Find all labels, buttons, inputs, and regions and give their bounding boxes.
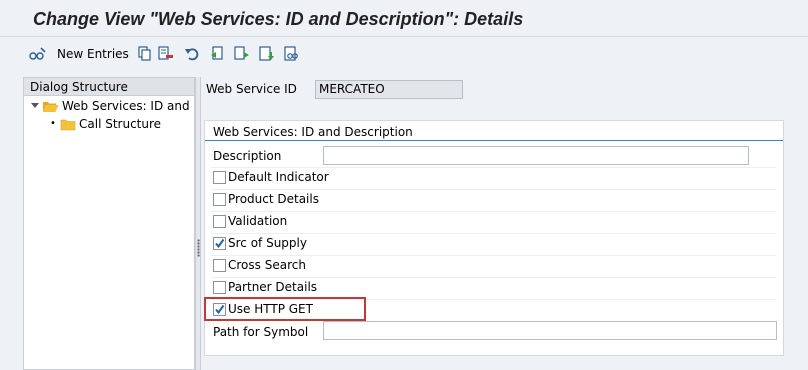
partner-details-checkbox[interactable] (213, 281, 226, 294)
next-entry-icon[interactable] (234, 46, 250, 62)
glasses-edit-icon[interactable] (29, 46, 47, 62)
tree-item-label: Call Structure (79, 117, 162, 131)
tree-item-call-structure[interactable]: • Call Structure (48, 115, 194, 136)
new-entries-button[interactable]: New Entries (57, 47, 129, 61)
description-label: Description (213, 149, 282, 163)
tree-item-label: Web Services: ID and Description (62, 99, 194, 113)
description-input[interactable] (323, 146, 749, 165)
checkbox-label: Product Details (228, 192, 319, 206)
checkbox-row-validation[interactable]: Validation (213, 213, 373, 231)
web-service-id-field: MERCATEO (315, 80, 463, 99)
dialog-structure-panel: Dialog Structure Web Services: ID and De… (23, 77, 195, 370)
checkbox-row-src-of-supply[interactable]: Src of Supply (213, 235, 373, 253)
checkbox-label: Validation (228, 214, 288, 228)
tree-bullet-icon: • (50, 118, 56, 129)
validation-checkbox[interactable] (213, 215, 226, 228)
row-divider (211, 189, 776, 190)
group-title: Web Services: ID and Description (213, 125, 413, 139)
delete-icon[interactable] (158, 46, 174, 62)
page-title: Change View "Web Services: ID and Descri… (33, 9, 524, 29)
group-title-underline (205, 140, 783, 141)
row-divider (211, 167, 776, 168)
row-divider (211, 277, 776, 278)
product-details-checkbox[interactable] (213, 193, 226, 206)
copy-icon[interactable] (138, 46, 152, 62)
tree-item-web-services[interactable]: Web Services: ID and Description (30, 97, 194, 115)
find-icon[interactable] (284, 46, 300, 62)
row-divider (211, 255, 776, 256)
previous-entry-icon[interactable] (210, 46, 226, 62)
undo-icon[interactable] (184, 46, 200, 62)
dialog-structure-header: Dialog Structure (24, 78, 194, 96)
row-divider (211, 211, 776, 212)
application-toolbar: New Entries (0, 37, 808, 69)
cross-search-checkbox[interactable] (213, 259, 226, 272)
title-bar: Change View "Web Services: ID and Descri… (0, 0, 808, 36)
panel-splitter[interactable] (195, 77, 201, 370)
splitter-grip-icon[interactable] (197, 239, 200, 257)
checkbox-label: Src of Supply (228, 236, 307, 250)
checkbox-label: Partner Details (228, 280, 318, 294)
checkbox-row-product-details[interactable]: Product Details (213, 191, 373, 209)
path-for-symbol-input[interactable] (323, 321, 777, 340)
save-icon[interactable] (259, 46, 275, 62)
checkbox-row-partner-details[interactable]: Partner Details (213, 279, 373, 297)
web-service-id-label: Web Service ID (206, 82, 297, 96)
folder-icon (60, 118, 76, 136)
path-for-symbol-label: Path for Symbol (213, 325, 309, 339)
checkbox-label: Default Indicator (228, 170, 329, 184)
row-divider (211, 233, 776, 234)
checkbox-row-default-indicator[interactable]: Default Indicator (213, 169, 373, 187)
src-of-supply-checkbox[interactable] (213, 237, 226, 250)
checkbox-row-cross-search[interactable]: Cross Search (213, 257, 373, 275)
checkbox-label: Cross Search (228, 258, 306, 272)
expand-arrow-icon[interactable] (30, 97, 40, 120)
default-indicator-checkbox[interactable] (213, 171, 226, 184)
highlight-box (204, 297, 366, 321)
